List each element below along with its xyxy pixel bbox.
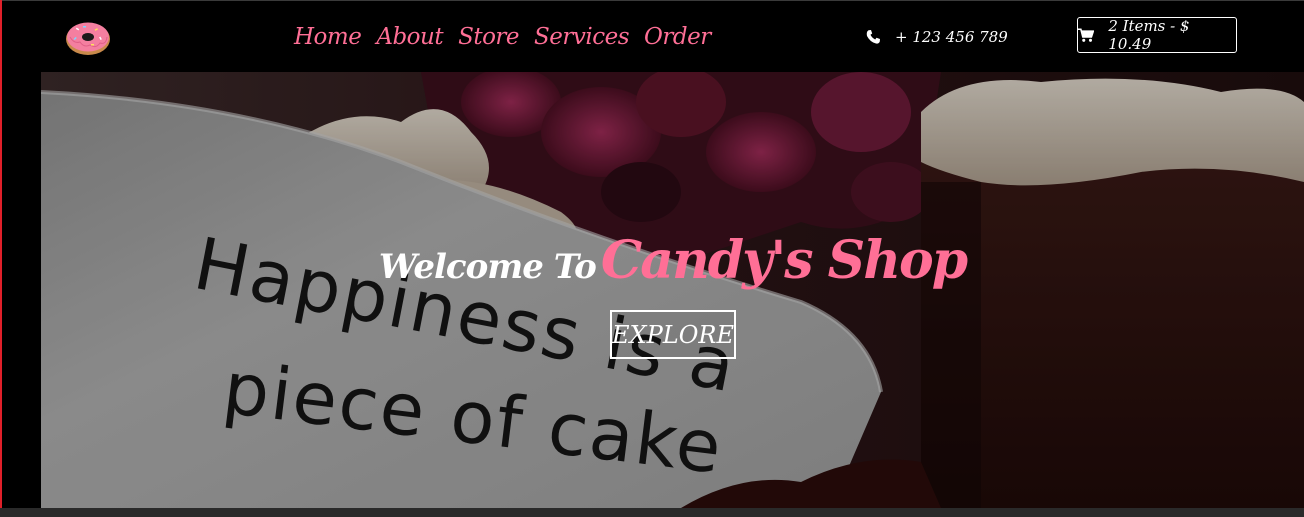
- hero-section: Happiness is a piece of cake Welcome To …: [41, 72, 1304, 508]
- nav-home[interactable]: Home: [294, 24, 362, 50]
- hero-title: Welcome To Candy's Shop: [41, 230, 1304, 291]
- hero-welcome-text: Welcome To: [378, 247, 597, 287]
- hero-brand-name: Candy's Shop: [600, 230, 968, 291]
- cart-icon: [1078, 27, 1095, 42]
- phone-contact[interactable]: + 123 456 789: [865, 26, 1008, 48]
- main-nav: Home About Store Services Order: [294, 21, 711, 53]
- navbar: Home About Store Services Order + 123 45…: [2, 1, 1304, 72]
- bottom-scroll-edge: [0, 508, 1304, 517]
- donut-icon[interactable]: [64, 18, 112, 56]
- nav-about[interactable]: About: [376, 24, 443, 50]
- nav-services[interactable]: Services: [534, 24, 630, 50]
- cart-summary: 2 Items - $ 10.49: [1108, 17, 1190, 53]
- explore-button[interactable]: EXPLORE: [610, 310, 736, 359]
- nav-store[interactable]: Store: [458, 24, 519, 50]
- window-edge: [0, 0, 2, 517]
- cart-button[interactable]: 2 Items - $ 10.49: [1077, 17, 1237, 53]
- phone-icon: [866, 30, 880, 44]
- phone-number: + 123 456 789: [895, 28, 1008, 46]
- nav-order[interactable]: Order: [644, 24, 711, 50]
